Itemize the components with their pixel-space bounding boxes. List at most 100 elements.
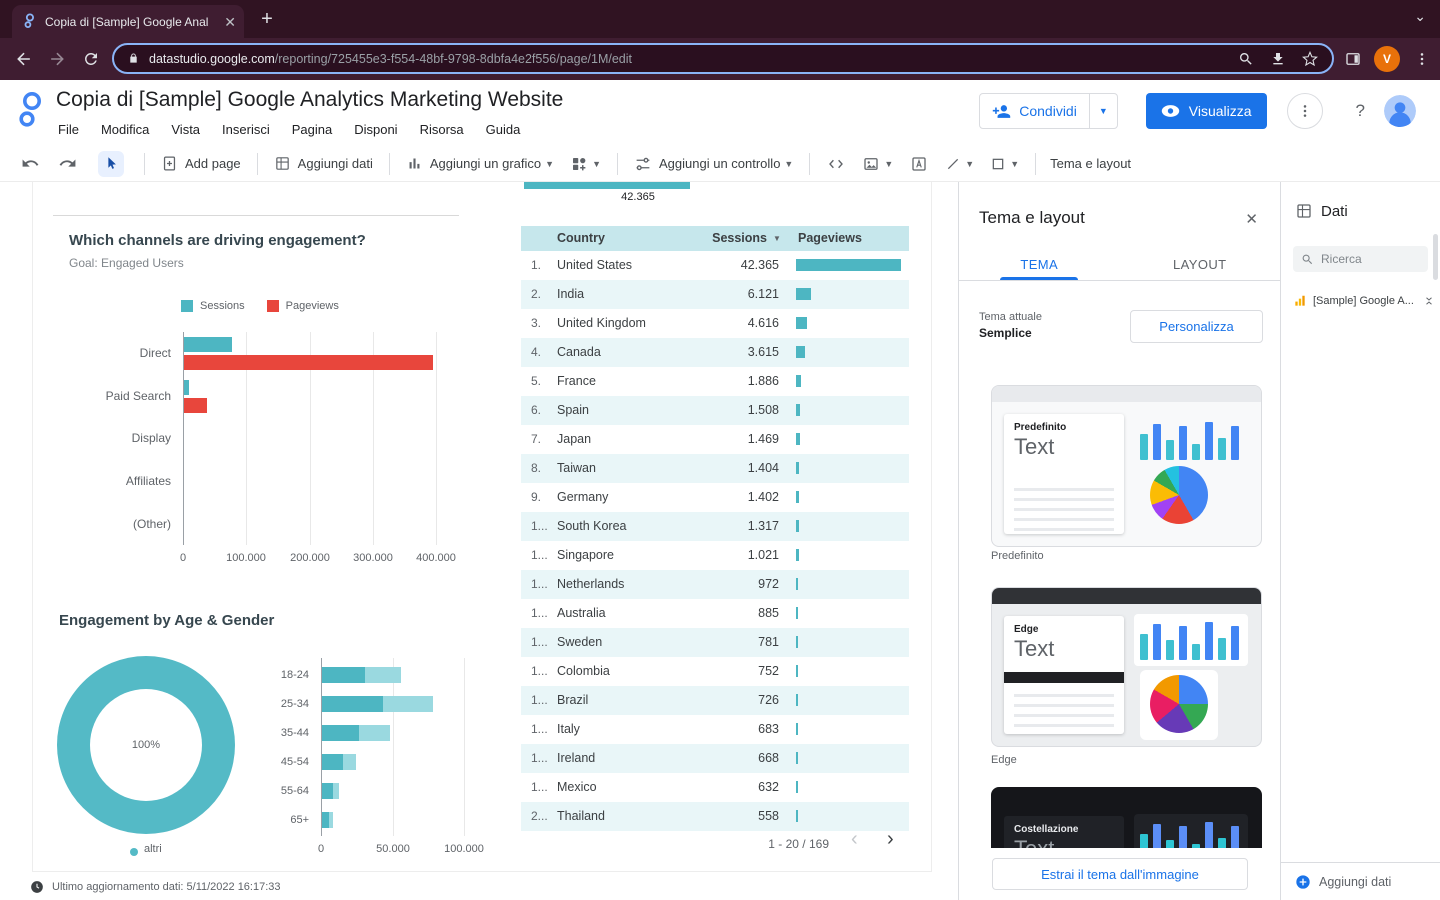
cell-country: France xyxy=(557,367,596,396)
theme-name-predefinito: Predefinito xyxy=(991,550,1044,562)
select-tool-button[interactable] xyxy=(98,151,124,177)
tab-tema[interactable]: TEMA xyxy=(959,248,1120,280)
theme-card-edge[interactable]: Edge Text xyxy=(991,587,1262,747)
side-panel-icon[interactable] xyxy=(1344,50,1362,68)
cell-sessions: 1.404 xyxy=(673,454,779,483)
row-index: 2. xyxy=(531,280,541,309)
row-index: 7. xyxy=(531,425,541,454)
user-avatar[interactable] xyxy=(1384,95,1416,127)
pagination-prev-icon[interactable]: ‹ xyxy=(851,828,858,851)
menu-guida[interactable]: Guida xyxy=(475,120,532,139)
text-tool-icon[interactable] xyxy=(910,155,928,173)
report-title[interactable]: Copia di [Sample] Google Analytics Marke… xyxy=(56,88,563,112)
menu-inserisci[interactable]: Inserisci xyxy=(211,120,281,139)
theme-preview-page: Predefinito Text xyxy=(1004,414,1124,534)
browser-tab[interactable]: Copia di [Sample] Google Anal ✕ xyxy=(12,5,244,38)
column-header-sessions[interactable]: Sessions xyxy=(671,226,767,251)
add-page-button[interactable]: Add page xyxy=(161,155,241,172)
mini-bar xyxy=(1205,422,1213,460)
tab-list-chevron-icon[interactable]: ⌄ xyxy=(1414,8,1426,25)
data-source-item[interactable]: [Sample] Google A... xyxy=(1293,290,1435,312)
share-button[interactable]: Condividi ▼ xyxy=(979,93,1118,129)
add-control-button[interactable]: Aggiungi un controllo ▼ xyxy=(634,155,793,173)
menu-disponi[interactable]: Disponi xyxy=(343,120,408,139)
menu-modifica[interactable]: Modifica xyxy=(90,120,160,139)
extract-theme-button[interactable]: Estrai il tema dall'immagine xyxy=(992,858,1248,890)
share-label: Condividi xyxy=(1019,103,1077,119)
cell-sessions: 1.021 xyxy=(673,541,779,570)
tab-close-icon[interactable]: ✕ xyxy=(224,15,236,29)
collapse-icon[interactable] xyxy=(1423,295,1435,307)
browser-profile-avatar[interactable]: V xyxy=(1374,46,1400,72)
cell-sessions: 885 xyxy=(673,599,779,628)
mini-bar xyxy=(1166,640,1174,660)
menu-vista[interactable]: Vista xyxy=(160,120,211,139)
cell-pageviews-bar xyxy=(796,491,799,503)
column-header-pageviews[interactable]: Pageviews xyxy=(798,226,862,251)
browser-menu-icon[interactable] xyxy=(1414,51,1430,67)
cell-sessions: 632 xyxy=(673,773,779,802)
data-source-name: [Sample] Google A... xyxy=(1313,295,1417,307)
theme-preview-name: Edge xyxy=(1014,624,1038,635)
cell-country: Ireland xyxy=(557,744,595,773)
add-data-button[interactable]: Aggiungi dati xyxy=(274,155,373,172)
tab-layout[interactable]: LAYOUT xyxy=(1120,248,1281,280)
add-data-row[interactable]: Aggiungi dati xyxy=(1281,862,1440,900)
mini-bar xyxy=(1218,438,1226,460)
reload-icon[interactable] xyxy=(82,50,100,68)
cell-sessions: 42.365 xyxy=(673,251,779,280)
back-icon[interactable] xyxy=(14,50,33,69)
row-index: 8. xyxy=(531,454,541,483)
tab-layout-label: LAYOUT xyxy=(1173,257,1226,272)
cell-pageviews-bar xyxy=(796,288,811,300)
new-tab-button[interactable]: + xyxy=(254,6,280,32)
sort-desc-icon[interactable]: ▼ xyxy=(773,226,781,251)
search-icon[interactable] xyxy=(1238,51,1254,67)
data-grid-icon xyxy=(1295,202,1313,220)
clock-icon xyxy=(30,880,44,894)
add-control-label: Aggiungi un controllo xyxy=(659,156,780,171)
row-index: 5. xyxy=(531,367,541,396)
cell-country: Canada xyxy=(557,338,601,367)
address-bar[interactable]: datastudio.google.com/reporting/725455e3… xyxy=(112,43,1334,74)
countries-table[interactable]: 42.365CountrySessions▼Pageviews1.United … xyxy=(33,182,931,871)
image-tool-button[interactable]: ▼ xyxy=(862,155,893,173)
theme-card-predefinito[interactable]: Predefinito Text xyxy=(991,385,1262,547)
column-header-country[interactable]: Country xyxy=(557,226,605,251)
help-icon[interactable]: ? xyxy=(1356,101,1365,121)
customize-button[interactable]: Personalizza xyxy=(1130,310,1263,343)
add-control-caret-icon: ▼ xyxy=(784,159,793,169)
cell-country: Italy xyxy=(557,715,580,744)
menu-risorsa[interactable]: Risorsa xyxy=(409,120,475,139)
cell-sessions: 1.469 xyxy=(673,425,779,454)
more-options-button[interactable] xyxy=(1287,93,1323,129)
panel-scrollbar[interactable] xyxy=(1433,234,1438,280)
view-button[interactable]: Visualizza xyxy=(1146,93,1267,129)
line-tool-button[interactable]: ▼ xyxy=(945,156,974,172)
mini-bar xyxy=(1231,626,1239,660)
add-chart-button[interactable]: Aggiungi un grafico ▼ xyxy=(406,155,554,172)
cell-sessions: 4.616 xyxy=(673,309,779,338)
datastudio-logo-icon[interactable] xyxy=(16,90,46,132)
report-page[interactable]: Which channels are driving engagement? G… xyxy=(32,182,932,872)
cell-pageviews-bar xyxy=(796,665,798,677)
data-search-input[interactable]: Ricerca xyxy=(1293,246,1428,272)
menu-pagina[interactable]: Pagina xyxy=(281,120,343,139)
cell-pageviews-bar xyxy=(796,375,801,387)
shape-tool-button[interactable]: ▼ xyxy=(990,156,1019,172)
share-caret-icon[interactable]: ▼ xyxy=(1090,106,1117,116)
undo-icon[interactable] xyxy=(21,154,40,173)
theme-name-edge: Edge xyxy=(991,754,1017,766)
close-icon[interactable]: ✕ xyxy=(1245,210,1258,228)
mini-bar xyxy=(1192,644,1200,660)
theme-layout-button[interactable]: Tema e layout xyxy=(1050,156,1131,171)
pagination-next-icon[interactable]: › xyxy=(887,828,894,851)
community-visualizations-button[interactable]: ▼ xyxy=(570,155,601,173)
embed-code-icon[interactable] xyxy=(827,155,845,173)
forward-icon[interactable] xyxy=(48,50,67,69)
save-icon[interactable] xyxy=(1270,51,1286,67)
star-icon[interactable] xyxy=(1302,51,1318,67)
menu-file[interactable]: File xyxy=(47,120,90,139)
row-index: 1... xyxy=(531,512,548,541)
redo-icon[interactable] xyxy=(58,154,77,173)
